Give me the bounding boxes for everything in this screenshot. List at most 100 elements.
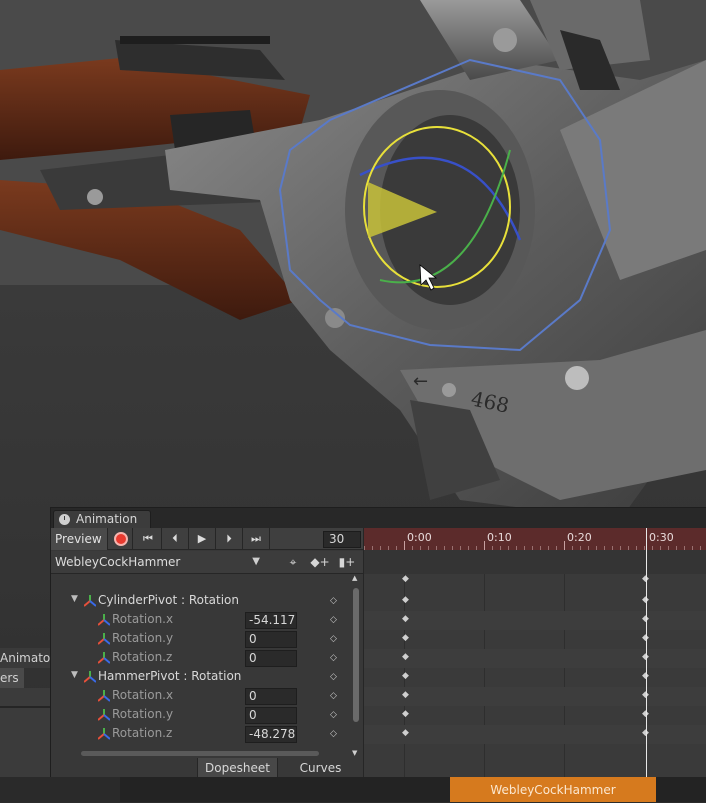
transform-axis-icon [97, 709, 111, 721]
keyframe-toggle-icon[interactable]: ◇ [330, 672, 337, 682]
property-value-field[interactable]: 0 [245, 707, 297, 724]
parameters-tab[interactable]: ers [0, 668, 24, 688]
property-value-field[interactable]: 0 [245, 650, 297, 667]
clock-icon [59, 514, 70, 525]
property-label: Rotation.x [112, 612, 174, 626]
ruler-label: 0:10 [487, 531, 512, 544]
keyframe[interactable]: ◆ [402, 690, 409, 700]
keyframe-row[interactable]: ◆◆ [364, 611, 706, 630]
keyframe-toggle-icon[interactable]: ◇ [330, 653, 337, 663]
keyframe[interactable]: ◆ [402, 652, 409, 662]
property-value-field[interactable]: 0 [245, 688, 297, 705]
time-ruler[interactable]: 0:00 0:10 0:20 0:30 [364, 528, 706, 550]
scroll-down-icon: ▼ [352, 749, 358, 757]
property-row[interactable]: Rotation.x -54.117 ◇ [51, 611, 351, 630]
property-label: Rotation.z [112, 726, 173, 740]
keyframe-toggle-icon[interactable]: ◇ [330, 615, 337, 625]
playhead[interactable] [646, 528, 647, 778]
record-button[interactable] [109, 528, 133, 550]
property-row[interactable]: Rotation.y 0 ◇ [51, 706, 351, 725]
clip-name: WebleyCockHammer [55, 555, 181, 569]
scroll-thumb[interactable] [353, 588, 359, 722]
property-hscrollbar[interactable] [81, 751, 319, 756]
keyframe-toggle-icon[interactable]: ◇ [330, 691, 337, 701]
property-value-field[interactable]: -54.117 [245, 612, 297, 629]
play-button[interactable]: ▶ [189, 528, 216, 550]
keyframe-toggle-icon[interactable]: ◇ [330, 729, 337, 739]
curves-tab[interactable]: Curves [277, 758, 363, 778]
property-label: Rotation.z [112, 650, 173, 664]
animator-state-node[interactable]: WebleyCockHammer [450, 777, 656, 802]
property-value-field[interactable]: -48.278 [245, 726, 297, 743]
property-group-row[interactable]: ▼ HammerPivot : Rotation ◇ [51, 668, 351, 687]
property-label: Rotation.x [112, 688, 174, 702]
keyframe-row[interactable]: ◆◆ [364, 668, 706, 687]
transform-axis-icon [97, 652, 111, 664]
last-key-icon: ⏭ [251, 532, 261, 545]
dopesheet-tab[interactable]: Dopesheet [197, 758, 277, 778]
next-key-button[interactable]: ⏵ [216, 528, 243, 550]
keyframe[interactable]: ◆ [402, 614, 409, 624]
property-label: CylinderPivot : Rotation [98, 593, 239, 607]
animator-tab[interactable]: Animator [0, 648, 50, 668]
transform-axis-icon [97, 614, 111, 626]
keyframe[interactable]: ◆ [402, 671, 409, 681]
keyframe[interactable]: ◆ [402, 709, 409, 719]
property-scrollbar[interactable]: ▲ ▼ [350, 574, 363, 757]
frame-field[interactable]: 30 [323, 531, 361, 548]
next-key-icon: ⏵ [226, 532, 232, 545]
expand-arrow-icon[interactable]: ▼ [71, 670, 78, 680]
property-label: HammerPivot : Rotation [98, 669, 242, 683]
animation-window: Animation Preview ⏮ ⏴ ▶ ⏵ ⏭ 30 WebleyCoc… [50, 507, 706, 793]
keyframe-row[interactable]: ◆◆ [364, 687, 706, 706]
panel-divider [0, 706, 50, 708]
property-row[interactable]: Rotation.x 0 ◇ [51, 687, 351, 706]
playback-toolbar: Preview ⏮ ⏴ ▶ ⏵ ⏭ 30 [51, 528, 363, 550]
keyframe[interactable]: ◆ [402, 728, 409, 738]
prev-key-icon: ⏴ [172, 532, 178, 545]
property-row[interactable]: Rotation.z 0 ◇ [51, 649, 351, 668]
property-row[interactable]: Rotation.z -48.278 ◇ [51, 725, 351, 744]
expand-arrow-icon[interactable]: ▼ [71, 594, 78, 604]
add-event-button[interactable]: ▮+ [336, 553, 358, 571]
keyframe[interactable]: ◆ [402, 633, 409, 643]
add-keyframe-icon: ◆+ [310, 555, 330, 569]
first-key-icon: ⏮ [143, 532, 153, 545]
ruler-tick [484, 541, 485, 550]
summary-keyframe-row[interactable]: ◆◆ [364, 571, 706, 590]
keyframe-row[interactable]: ◆◆ [364, 706, 706, 725]
keyframe-row[interactable]: ◆◆ [364, 592, 706, 611]
add-keyframe-button[interactable]: ◆+ [309, 553, 331, 571]
keyframe-toggle-icon[interactable]: ◇ [330, 634, 337, 644]
record-icon [114, 532, 128, 546]
ruler-label: 0:30 [649, 531, 674, 544]
first-key-button[interactable]: ⏮ [135, 528, 162, 550]
dopesheet-timeline[interactable]: 0:000:100:200:30 ◆◆◆◆◆◆◆◆◆◆◆◆◆◆◆◆◆◆ ◀ [363, 528, 706, 793]
keyframe-grid[interactable]: ◆◆◆◆◆◆◆◆◆◆◆◆◆◆◆◆◆◆ [364, 574, 706, 752]
property-value-field[interactable]: 0 [245, 631, 297, 648]
keyframe-row[interactable]: ◆◆ [364, 725, 706, 744]
preview-button[interactable]: Preview [51, 528, 108, 550]
clip-selector[interactable]: WebleyCockHammer ▼ [52, 552, 264, 572]
property-label: Rotation.y [112, 707, 174, 721]
crosshair-icon: ⌖ [289, 555, 297, 569]
ruler-label: 0:20 [567, 531, 592, 544]
keyframe[interactable]: ◆ [402, 595, 409, 605]
animation-tab[interactable]: Animation [53, 510, 151, 529]
property-group-row[interactable]: ▼ CylinderPivot : Rotation ◇ [51, 592, 351, 611]
keyframe-toggle-icon[interactable]: ◇ [330, 710, 337, 720]
filter-keys-button[interactable]: ⌖ [282, 553, 304, 571]
arrow-engraving: ← [413, 371, 428, 392]
keyframe-row[interactable]: ◆◆ [364, 649, 706, 668]
chevron-down-icon: ▼ [252, 556, 260, 567]
keyframe-row[interactable]: ◆◆ [364, 630, 706, 649]
summary-keyframe[interactable]: ◆ [402, 574, 409, 584]
play-icon: ▶ [197, 532, 207, 545]
property-row[interactable]: Rotation.y 0 ◇ [51, 630, 351, 649]
last-key-button[interactable]: ⏭ [243, 528, 270, 550]
prev-key-button[interactable]: ⏴ [162, 528, 189, 550]
animation-tab-label: Animation [76, 512, 138, 526]
clip-toolbar: WebleyCockHammer ▼ ⌖ ◆+ ▮+ [51, 551, 363, 574]
ruler-label: 0:00 [407, 531, 432, 544]
keyframe-toggle-icon[interactable]: ◇ [330, 596, 337, 606]
